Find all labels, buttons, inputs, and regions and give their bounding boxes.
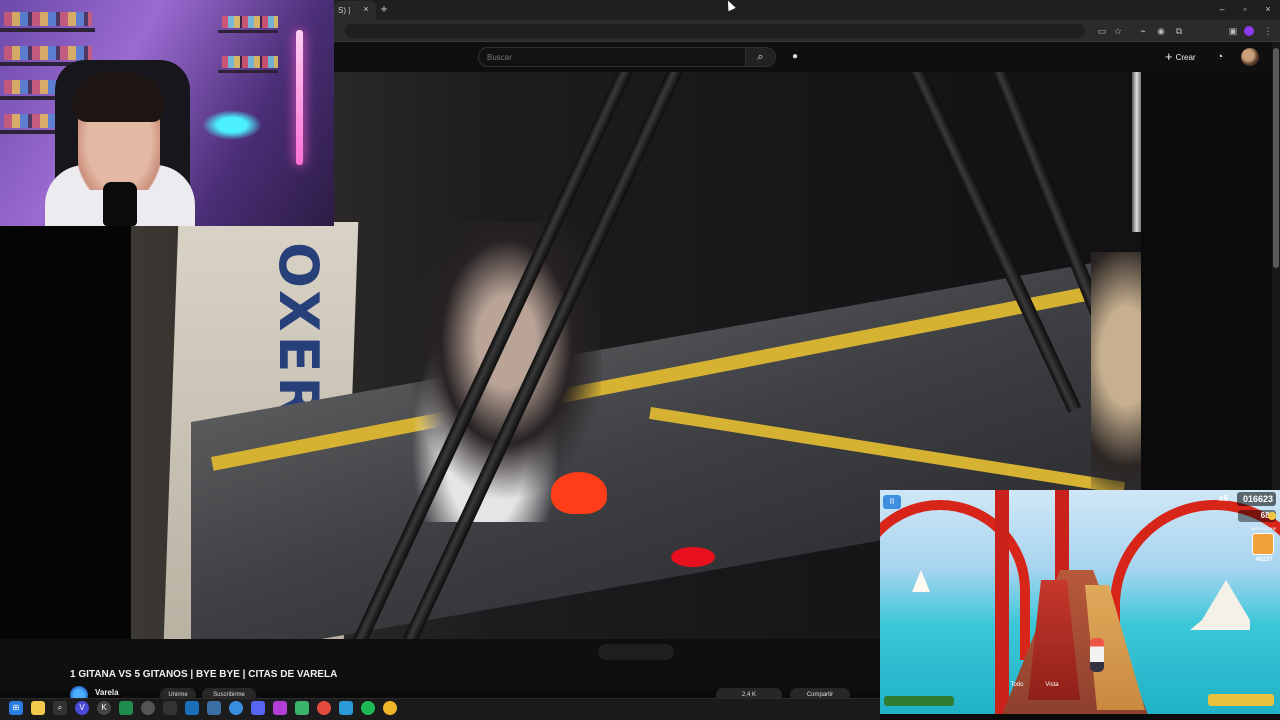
figurines [222,56,278,68]
chrome-icon[interactable] [317,701,331,715]
left-black-area [0,226,131,690]
spotify-icon[interactable] [361,701,375,715]
figurines [4,12,92,26]
extension-icon[interactable]: ◉ [1155,25,1167,37]
streamer-webcam [0,0,334,226]
game-score: 016623 [1237,492,1276,506]
close-window-button[interactable]: × [1260,3,1276,15]
create-label: Crear [1175,53,1196,62]
channel-name[interactable]: Varela [95,688,155,698]
scrollbar-thumb[interactable] [1273,48,1279,268]
player-controls-pill[interactable] [598,644,674,660]
bridge-tower [995,490,1009,714]
account-avatar[interactable] [1241,48,1259,66]
figurines [4,46,92,60]
game-label: Todo [1010,682,1024,688]
boxer-machine-text: OXER [267,242,330,423]
maximize-button[interactable]: ▫ [1237,3,1253,15]
figurines [222,16,278,28]
extension-icon[interactable]: ▣ [1227,25,1239,37]
files-icon[interactable] [31,701,45,715]
search-icon: ⌕ [757,51,764,63]
streamer-hair [72,72,164,122]
white-frame-edge [1132,72,1141,232]
k-app-icon[interactable]: K [97,701,111,715]
high-score-avatar [1252,533,1274,555]
coin-icon [1268,512,1276,520]
search-input[interactable]: Buscar [478,47,746,67]
bridge-cable [1110,500,1280,660]
app-icon[interactable] [339,701,353,715]
score-multiplier: x6 [1219,494,1228,503]
red-puck [671,547,715,567]
star-icon[interactable]: ☆ [1112,25,1124,37]
powerup-bar [884,696,954,706]
steam-icon[interactable] [185,701,199,715]
v-app-icon[interactable]: V [75,701,89,715]
shelf [218,70,278,73]
tab-title: S) | [338,6,351,15]
start-icon[interactable]: ⊞ [9,701,23,715]
create-button[interactable]: + Crear [1165,49,1205,65]
high-score-value: 49237 [1255,557,1273,563]
minimize-button[interactable]: – [1214,3,1230,15]
app-icon[interactable] [295,701,309,715]
puzzle-icon[interactable]: ⧉ [1173,25,1185,37]
profile-extension-icon[interactable] [1244,26,1254,36]
game-pause-button: II [883,495,901,509]
powerup-bar [1208,694,1274,706]
youtube-header [334,42,1280,72]
discord-icon[interactable] [251,701,265,715]
app-icon[interactable] [207,701,221,715]
video-title: 1 GITANA VS 5 GITANOS | BYE BYE | CITAS … [70,669,338,680]
subway-surfers-overlay [880,490,1280,714]
mic-icon[interactable]: ● [786,48,804,66]
telegram-icon[interactable] [229,701,243,715]
microphone [103,182,137,226]
notifications-bell-icon[interactable]: ◔ [1212,49,1228,65]
app-icon[interactable] [141,701,155,715]
search-button[interactable]: ⌕ [746,47,776,67]
media-icon[interactable] [163,701,177,715]
player-man [1091,252,1141,512]
address-bar[interactable] [345,24,1085,38]
chrome-icon[interactable] [383,701,397,715]
tab-close-icon[interactable]: × [361,4,371,14]
excel-icon[interactable] [119,701,133,715]
extension-icon[interactable]: ⌁ [1137,25,1149,37]
high-score-label: HIGH SCORE [1251,526,1277,531]
neon-light [296,30,303,165]
search-icon[interactable]: ⌕ [53,701,67,715]
app-icon[interactable] [273,701,287,715]
plus-icon: + [1165,49,1173,64]
menu-icon[interactable]: ⋮ [1262,25,1274,37]
game-label: Vista [1045,682,1059,688]
red-mallet [551,472,607,514]
browser-tab-bar [334,0,1280,20]
runner-character [1090,638,1104,672]
new-tab-button[interactable]: + [378,3,390,15]
screen-share-icon[interactable]: ▭ [1096,25,1108,37]
shelf [218,30,278,33]
shelf [0,28,95,32]
cyan-light [202,110,262,140]
